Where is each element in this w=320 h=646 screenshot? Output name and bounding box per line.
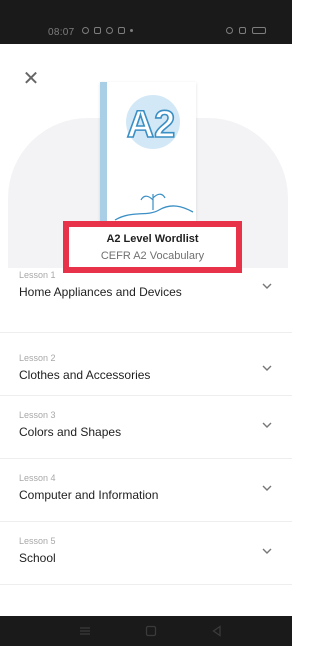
- lesson-title: Home Appliances and Devices: [19, 285, 182, 299]
- back-icon[interactable]: [210, 624, 224, 638]
- status-time: 08:07: [48, 27, 75, 38]
- message-icon: [94, 27, 101, 34]
- menu-icon[interactable]: [78, 624, 92, 638]
- lesson-title: Colors and Shapes: [19, 425, 122, 439]
- alarm-icon: [226, 27, 233, 34]
- notification-icons: [82, 27, 133, 34]
- chevron-down-icon[interactable]: [261, 482, 273, 494]
- lesson-title: School: [19, 551, 56, 565]
- navigation-bar: [0, 616, 292, 646]
- cover-art: A2: [114, 95, 194, 221]
- lesson-number: Lesson 4: [19, 473, 56, 483]
- battery-icon: [252, 27, 266, 34]
- page-subtitle: CEFR A2 Vocabulary: [100, 249, 205, 262]
- lesson-item[interactable]: Lesson 3 Colors and Shapes: [0, 396, 292, 459]
- status-bar: 08:07: [0, 0, 292, 44]
- cover-wave: [114, 205, 194, 221]
- lesson-number: Lesson 3: [19, 410, 56, 420]
- page-title: A2 Level Wordlist: [106, 232, 199, 245]
- lesson-number: Lesson 1: [19, 270, 56, 280]
- instagram-icon: [118, 27, 125, 34]
- cover-badge: A2: [127, 104, 176, 146]
- lesson-title: Clothes and Accessories: [19, 368, 151, 382]
- whatsapp-icon: [82, 27, 89, 34]
- system-icons: [226, 27, 266, 34]
- lesson-item[interactable]: Lesson 5 School: [0, 522, 292, 585]
- lesson-title: Computer and Information: [19, 488, 159, 502]
- chevron-down-icon[interactable]: [261, 280, 273, 292]
- lesson-item[interactable]: Lesson 2 Clothes and Accessories: [0, 333, 292, 396]
- home-icon[interactable]: [144, 624, 158, 638]
- book-spine: [100, 82, 107, 234]
- book-cover: A2: [100, 82, 196, 234]
- lesson-item[interactable]: Lesson 4 Computer and Information: [0, 459, 292, 522]
- messenger-icon: [106, 27, 113, 34]
- lesson-list: Lesson 1 Home Appliances and Devices Les…: [0, 270, 292, 585]
- screen: 08:07 ✕ A2 A2 Level Wordlist CEFR A2 Voc…: [0, 0, 292, 646]
- lesson-item[interactable]: Lesson 1 Home Appliances and Devices: [0, 270, 292, 333]
- chevron-down-icon[interactable]: [261, 362, 273, 374]
- close-icon[interactable]: ✕: [22, 69, 40, 89]
- sprout-icon: [140, 193, 166, 210]
- chevron-down-icon[interactable]: [261, 545, 273, 557]
- dot-icon: [130, 29, 133, 32]
- lesson-number: Lesson 2: [19, 353, 56, 363]
- signal-icon: [239, 27, 246, 34]
- title-highlight-box: A2 Level Wordlist CEFR A2 Vocabulary: [63, 221, 242, 273]
- chevron-down-icon[interactable]: [261, 419, 273, 431]
- lesson-number: Lesson 5: [19, 536, 56, 546]
